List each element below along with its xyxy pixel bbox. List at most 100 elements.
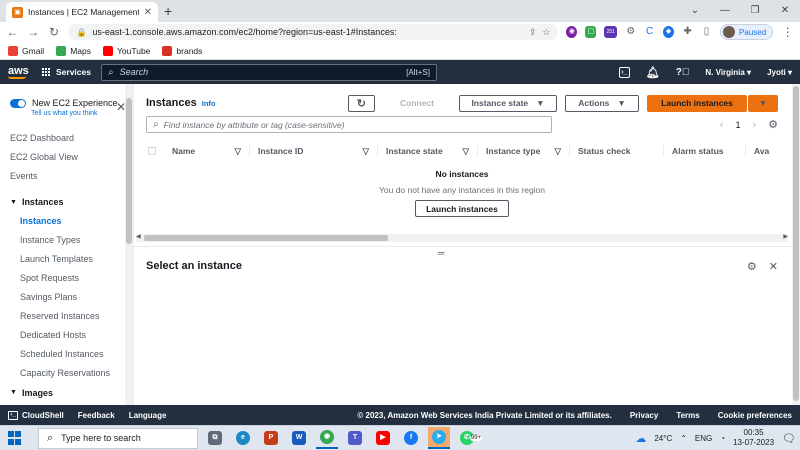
- cloudshell-link[interactable]: ›_ CloudShell: [8, 410, 64, 420]
- youtube-icon[interactable]: ▶: [372, 427, 394, 449]
- back-icon[interactable]: ←: [6, 25, 19, 39]
- lock-icon[interactable]: 🔒: [76, 28, 86, 37]
- info-link[interactable]: Info: [202, 99, 216, 108]
- scroll-right-icon[interactable]: ▶: [783, 233, 788, 240]
- sidebar-item-events[interactable]: Events: [10, 167, 133, 186]
- horizontal-scrollbar[interactable]: ◀ ▶: [136, 234, 788, 242]
- actions-dropdown[interactable]: Actions ▼: [565, 94, 639, 112]
- page-number[interactable]: 1: [735, 120, 740, 130]
- sidebar-section-images[interactable]: ▼ Images: [10, 387, 133, 399]
- powerpoint-icon[interactable]: P: [260, 427, 282, 449]
- scroll-thumb[interactable]: [144, 235, 388, 241]
- profile-paused-button[interactable]: Paused: [720, 24, 774, 40]
- chevron-up-icon[interactable]: ⌃: [680, 434, 687, 443]
- sidebar-item-capacity-reservations[interactable]: Capacity Reservations: [10, 364, 133, 383]
- word-icon[interactable]: W: [288, 427, 310, 449]
- feedback-link[interactable]: Feedback: [78, 411, 115, 420]
- bookmark-brands[interactable]: brands: [162, 45, 202, 56]
- forward-icon[interactable]: →: [27, 25, 40, 39]
- edge-icon[interactable]: e: [232, 427, 254, 449]
- launch-instances-button[interactable]: Launch instances: [647, 94, 747, 112]
- column-header-instance-state[interactable]: Instance state ▽: [378, 145, 478, 157]
- refresh-button[interactable]: ↻: [347, 94, 375, 112]
- chrome-icon[interactable]: ◉: [316, 427, 338, 449]
- chevron-right-icon[interactable]: ›: [752, 119, 756, 131]
- taskbar-search-input[interactable]: ⌕ Type here to search: [38, 427, 198, 449]
- sidebar-section-instances[interactable]: ▼ Instances: [10, 193, 133, 212]
- new-experience-toggle[interactable]: New EC2 Experience: [10, 98, 133, 108]
- extension-icon[interactable]: ◉: [566, 26, 578, 38]
- cookie-preferences-link[interactable]: Cookie preferences: [718, 411, 792, 420]
- sidebar-item-instances[interactable]: Instances: [10, 212, 133, 231]
- connect-button[interactable]: Connect: [383, 94, 451, 112]
- close-tab-icon[interactable]: ✕: [144, 7, 152, 18]
- menu-icon[interactable]: ⋮: [781, 25, 794, 39]
- sidebar-item-launch-templates[interactable]: Launch Templates: [10, 250, 133, 269]
- select-all-checkbox[interactable]: [148, 147, 156, 155]
- extension-icon[interactable]: ▢: [585, 26, 597, 38]
- telegram-icon[interactable]: ➤: [428, 427, 450, 449]
- windows-start-icon[interactable]: [8, 431, 22, 445]
- weather-icon[interactable]: ☁: [635, 432, 646, 445]
- page-scrollbar[interactable]: [792, 84, 800, 405]
- region-selector[interactable]: N. Virginia ▾: [705, 68, 751, 77]
- close-window-icon[interactable]: ✕: [770, 0, 800, 22]
- address-bar[interactable]: 🔒 us-east-1.console.aws.amazon.com/ec2/h…: [68, 24, 559, 40]
- chevron-down-icon[interactable]: ⌄: [680, 0, 710, 22]
- notification-icon[interactable]: 🗨︎: [782, 432, 796, 445]
- whatsapp-icon[interactable]: ✆ 99+: [456, 427, 486, 449]
- column-header-availability-zone[interactable]: Ava: [746, 145, 778, 157]
- language-link[interactable]: Language: [129, 411, 167, 420]
- gear-icon[interactable]: ⚙: [768, 118, 778, 131]
- filter-input[interactable]: ⌕ Find instance by attribute or tag (cas…: [146, 116, 552, 133]
- close-icon[interactable]: ✕: [769, 260, 778, 273]
- puzzle-icon[interactable]: ✚: [682, 26, 694, 38]
- launch-options-dropdown[interactable]: ▼: [748, 94, 778, 112]
- extension-icon[interactable]: ◆: [663, 26, 675, 38]
- sidebar-item-reserved-instances[interactable]: Reserved Instances: [10, 307, 133, 326]
- restore-icon[interactable]: ❐: [740, 0, 770, 22]
- teams-icon[interactable]: T: [344, 427, 366, 449]
- bookmark-maps[interactable]: Maps: [56, 45, 91, 56]
- empty-launch-instances-button[interactable]: Launch instances: [415, 200, 509, 217]
- privacy-link[interactable]: Privacy: [630, 411, 658, 420]
- share-icon[interactable]: ⇪: [529, 27, 537, 38]
- resize-handle-icon[interactable]: ═: [438, 248, 444, 258]
- aws-search-input[interactable]: ⌕ Search [Alt+S]: [100, 63, 437, 81]
- bookmark-gmail[interactable]: Gmail: [8, 45, 44, 56]
- clock[interactable]: 00:35 13-07-2023: [733, 428, 774, 448]
- temperature-label[interactable]: 24°C: [654, 434, 672, 443]
- help-icon[interactable]: ?⃝: [676, 67, 690, 78]
- extension-badge-icon[interactable]: 251: [604, 26, 618, 38]
- facebook-icon[interactable]: f: [400, 427, 422, 449]
- sidebar-item-dedicated-hosts[interactable]: Dedicated Hosts: [10, 326, 133, 345]
- wifi-icon[interactable]: ◔: [720, 434, 725, 443]
- chevron-left-icon[interactable]: ‹: [720, 119, 724, 131]
- column-header-name[interactable]: Name ▽: [164, 145, 250, 157]
- reload-icon[interactable]: ↻: [48, 25, 61, 39]
- column-header-instance-id[interactable]: Instance ID ▽: [250, 145, 378, 157]
- cloudshell-icon[interactable]: ›_: [618, 66, 630, 78]
- gear-icon[interactable]: ⚙: [747, 260, 757, 273]
- input-language-label[interactable]: ENG: [695, 434, 712, 443]
- c-extension-icon[interactable]: C: [644, 26, 656, 38]
- terms-link[interactable]: Terms: [676, 411, 699, 420]
- sidebar-item-instance-types[interactable]: Instance Types: [10, 231, 133, 250]
- bookmark-youtube[interactable]: YouTube: [103, 45, 150, 56]
- account-menu[interactable]: Jyoti ▾: [767, 68, 792, 77]
- column-header-alarm-status[interactable]: Alarm status: [664, 145, 746, 157]
- column-header-instance-type[interactable]: Instance type ▽: [478, 145, 570, 157]
- gear-extension-icon[interactable]: ⚙: [625, 26, 637, 38]
- bookmark-star-icon[interactable]: ☆: [542, 27, 550, 38]
- scroll-left-icon[interactable]: ◀: [136, 233, 141, 240]
- new-tab-icon[interactable]: +: [164, 3, 172, 19]
- side-panel-icon[interactable]: ▯: [701, 26, 713, 38]
- services-menu-button[interactable]: Services: [42, 67, 91, 77]
- sidebar-item-savings-plans[interactable]: Savings Plans: [10, 288, 133, 307]
- sidebar-item-ec2-global-view[interactable]: EC2 Global View: [10, 148, 133, 167]
- instance-state-dropdown[interactable]: Instance state ▼: [459, 94, 557, 112]
- sidebar-item-spot-requests[interactable]: Spot Requests: [10, 269, 133, 288]
- minimize-icon[interactable]: —: [710, 0, 740, 22]
- toggle-switch[interactable]: [10, 98, 26, 108]
- browser-tab[interactable]: ▣ Instances | EC2 Management Co ✕: [6, 2, 158, 22]
